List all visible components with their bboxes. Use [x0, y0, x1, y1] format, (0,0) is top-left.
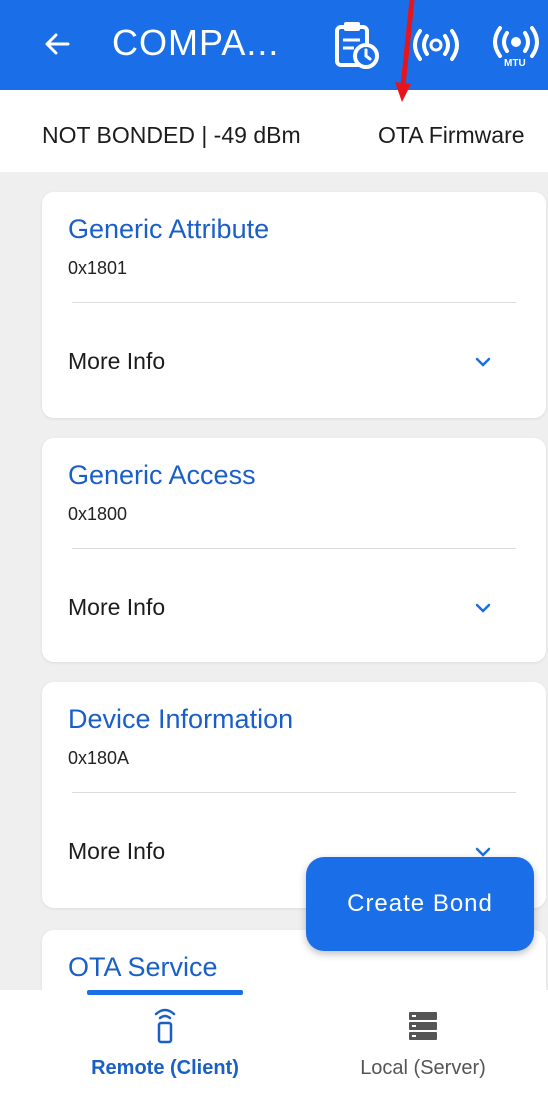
rssi-signal-icon[interactable] — [408, 18, 464, 72]
mtu-badge: MTU — [504, 58, 526, 69]
service-name: OTA Service — [68, 952, 218, 982]
app-bar: COMPA... MTU — [0, 0, 548, 90]
log-clipboard-icon[interactable] — [330, 18, 382, 72]
more-info-toggle[interactable]: More Info — [68, 348, 165, 375]
nav-label: Local (Server) — [360, 1057, 486, 1079]
server-icon — [409, 1012, 437, 1040]
nav-remote-client[interactable]: Remote (Client) — [60, 990, 270, 1097]
chevron-down-icon[interactable] — [474, 356, 492, 368]
ota-firmware-button[interactable]: OTA Firmware — [378, 122, 525, 149]
bond-rssi-status: NOT BONDED | -49 dBm — [42, 122, 301, 148]
arrow-left-icon[interactable] — [38, 24, 78, 64]
divider — [72, 792, 516, 793]
more-info-toggle[interactable]: More Info — [68, 838, 165, 865]
service-card[interactable]: Generic Access 0x1800 More Info — [42, 438, 546, 662]
service-name: Generic Attribute — [68, 214, 270, 244]
remote-client-icon — [154, 1008, 176, 1044]
service-name: Device Information — [68, 704, 294, 734]
nav-local-server[interactable]: Local (Server) — [318, 990, 528, 1097]
connection-info-bar: NOT BONDED | -49 dBm OTA Firmware — [0, 90, 548, 172]
service-name: Generic Access — [68, 460, 256, 490]
chevron-down-icon[interactable] — [474, 602, 492, 614]
service-uuid: 0x180A — [68, 748, 130, 768]
service-uuid: 0x1800 — [68, 504, 128, 524]
nav-label: Remote (Client) — [91, 1057, 239, 1079]
service-uuid: 0x1801 — [68, 258, 128, 278]
bottom-navigation: Remote (Client) Local (Server) — [0, 990, 548, 1097]
more-info-toggle[interactable]: More Info — [68, 594, 165, 621]
create-bond-button[interactable]: Create Bond — [306, 857, 534, 951]
mtu-icon[interactable]: MTU — [488, 18, 544, 72]
service-card[interactable]: Generic Attribute 0x1801 More Info — [42, 192, 546, 418]
divider — [72, 548, 516, 549]
divider — [72, 302, 516, 303]
device-title: COMPA... — [112, 22, 280, 63]
